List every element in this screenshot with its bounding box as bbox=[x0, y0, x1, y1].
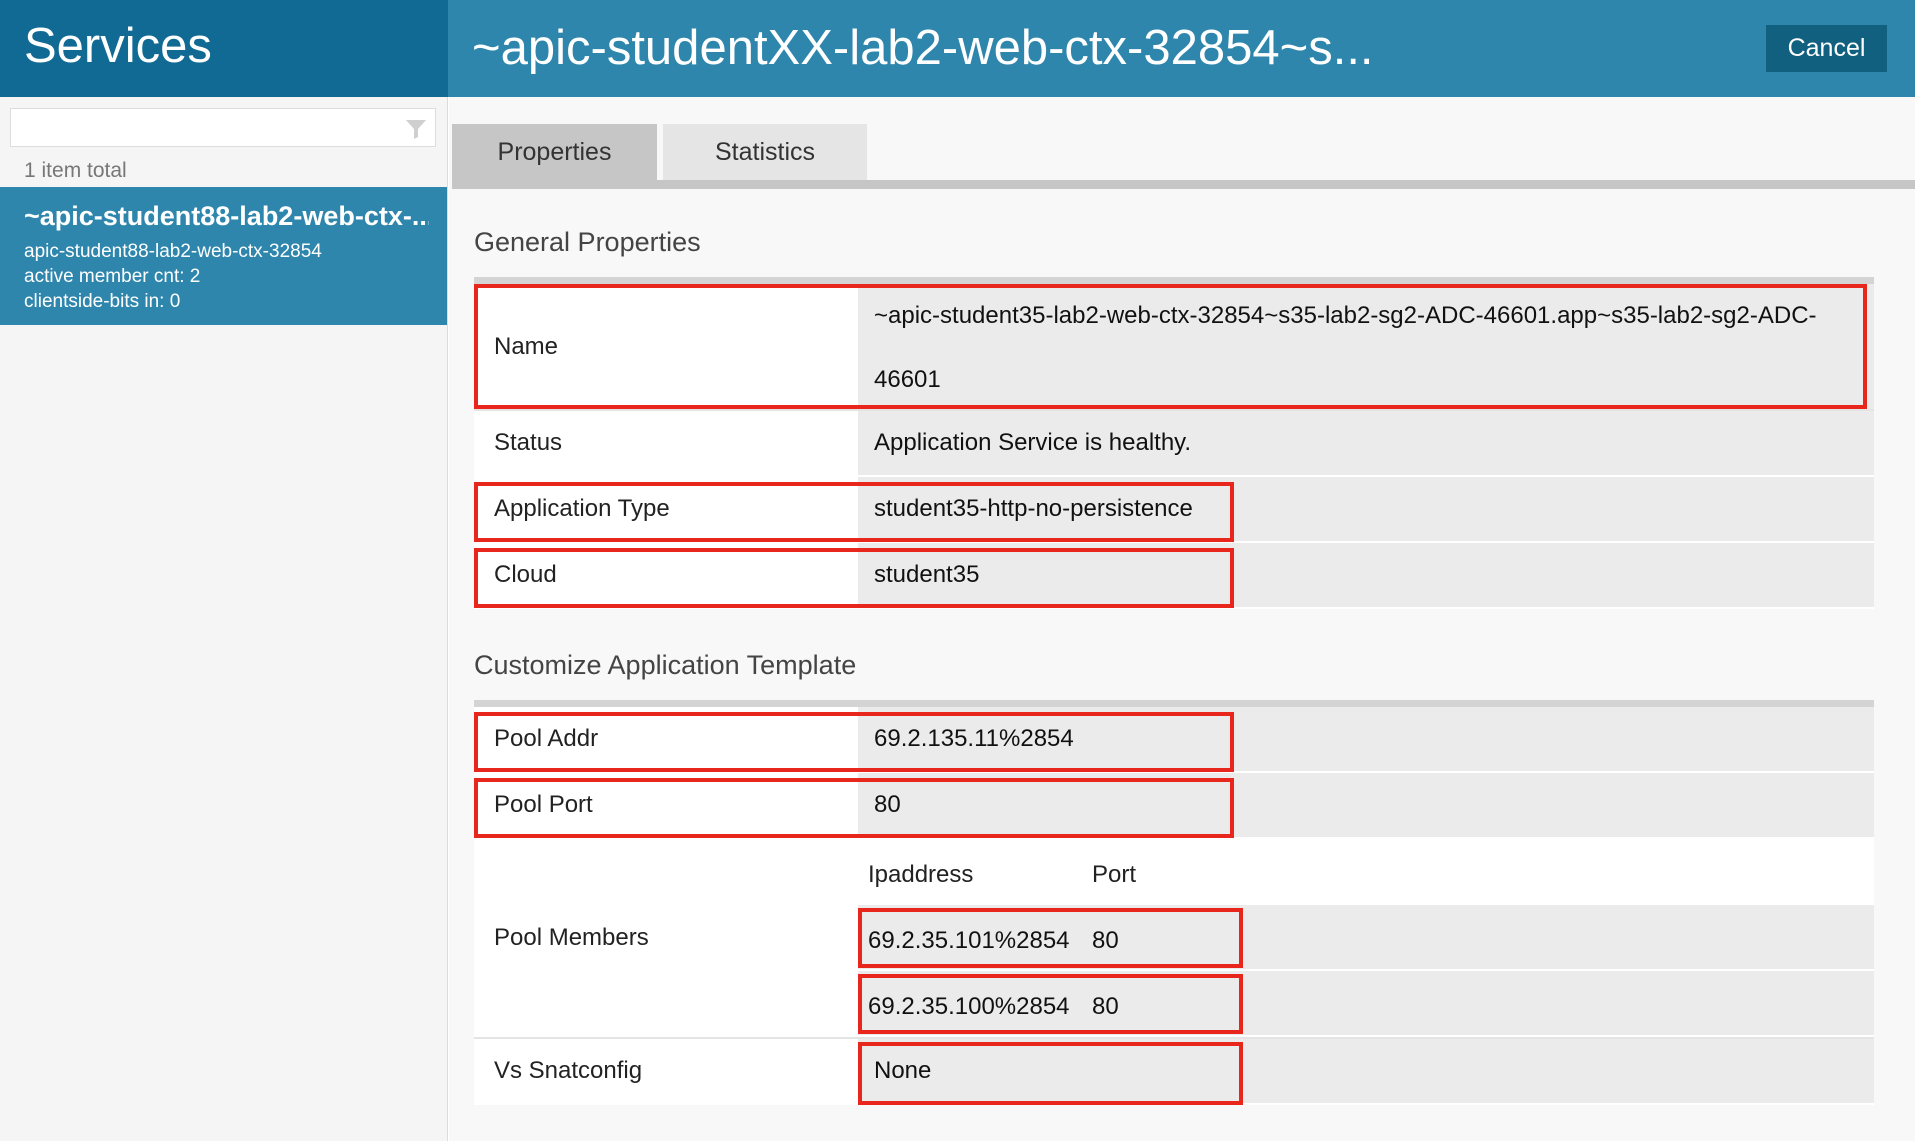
general-table-rule bbox=[474, 277, 1874, 284]
pool-port-label: Pool Port bbox=[474, 773, 858, 837]
service-item-bits-in: clientside-bits in: 0 bbox=[24, 291, 181, 312]
property-row-cloud: Cloud student35 bbox=[474, 543, 1874, 609]
filter-box bbox=[10, 108, 436, 147]
property-row-pool-addr: Pool Addr 69.2.135.11%2854 bbox=[474, 707, 1874, 773]
cloud-value: student35 bbox=[874, 561, 980, 588]
sidebar: 1 item total ~apic-student88-lab2-web-ct… bbox=[0, 97, 448, 1141]
pool-port-value: 80 bbox=[874, 791, 901, 818]
pool-members-port-header: Port bbox=[1092, 861, 1137, 888]
pool-member-ip: 69.2.35.101%2854 bbox=[868, 927, 1070, 954]
header-section-panel: Services bbox=[0, 0, 448, 97]
service-item-id: apic-student88-lab2-web-ctx-32854 bbox=[24, 241, 322, 262]
cancel-button[interactable]: Cancel bbox=[1766, 25, 1887, 72]
tab-statistics[interactable]: Statistics bbox=[663, 124, 867, 180]
filter-icon[interactable] bbox=[405, 118, 427, 140]
vs-snatconfig-label: Vs Snatconfig bbox=[474, 1039, 858, 1103]
application-type-label: Application Type bbox=[474, 477, 858, 541]
application-type-value: student35-http-no-persistence bbox=[874, 495, 1193, 522]
property-row-status: Status Application Service is healthy. bbox=[474, 411, 1874, 477]
section-title: Services bbox=[24, 19, 212, 73]
pool-member-port: 80 bbox=[1092, 927, 1119, 954]
item-count: 1 item total bbox=[24, 159, 127, 182]
name-label: Name bbox=[474, 284, 858, 409]
tab-divider bbox=[452, 180, 1915, 189]
property-row-vs-snatconfig: Vs Snatconfig None bbox=[474, 1039, 1874, 1105]
general-properties-heading: General Properties bbox=[474, 227, 701, 257]
name-value: ~apic-student35-lab2-web-ctx-32854~s35-l… bbox=[858, 284, 1874, 409]
status-label: Status bbox=[474, 411, 858, 475]
pool-members-ip-header: Ipaddress bbox=[868, 861, 974, 888]
pool-member-ip: 69.2.35.100%2854 bbox=[868, 993, 1070, 1020]
main-panel: Properties Statistics General Properties… bbox=[449, 97, 1915, 1141]
header-detail-panel: ~apic-studentXX-lab2-web-ctx-32854~s... bbox=[448, 0, 1915, 97]
template-table-rule bbox=[474, 700, 1874, 707]
service-list-item[interactable]: ~apic-student88-lab2-web-ctx-... apic-st… bbox=[0, 187, 447, 325]
pool-members-label: Pool Members bbox=[474, 839, 858, 1037]
property-row-pool-members: Pool Members bbox=[474, 839, 1874, 1039]
property-row-application-type: Application Type student35-http-no-persi… bbox=[474, 477, 1874, 543]
filter-input[interactable] bbox=[11, 109, 411, 146]
status-value: Application Service is healthy. bbox=[874, 429, 1192, 456]
cloud-label: Cloud bbox=[474, 543, 858, 607]
tab-properties[interactable]: Properties bbox=[452, 124, 657, 180]
service-item-name: ~apic-student88-lab2-web-ctx-... bbox=[24, 201, 429, 231]
service-item-member-count: active member cnt: 2 bbox=[24, 266, 201, 287]
vs-snatconfig-value: None bbox=[874, 1057, 932, 1084]
detail-title: ~apic-studentXX-lab2-web-ctx-32854~s... bbox=[472, 21, 1374, 75]
pool-addr-label: Pool Addr bbox=[474, 707, 858, 771]
property-row-name: Name ~apic-student35-lab2-web-ctx-32854~… bbox=[474, 284, 1874, 411]
pool-member-port: 80 bbox=[1092, 993, 1119, 1020]
customize-template-heading: Customize Application Template bbox=[474, 650, 857, 680]
property-row-pool-port: Pool Port 80 bbox=[474, 773, 1874, 839]
pool-addr-value: 69.2.135.11%2854 bbox=[874, 725, 1074, 752]
